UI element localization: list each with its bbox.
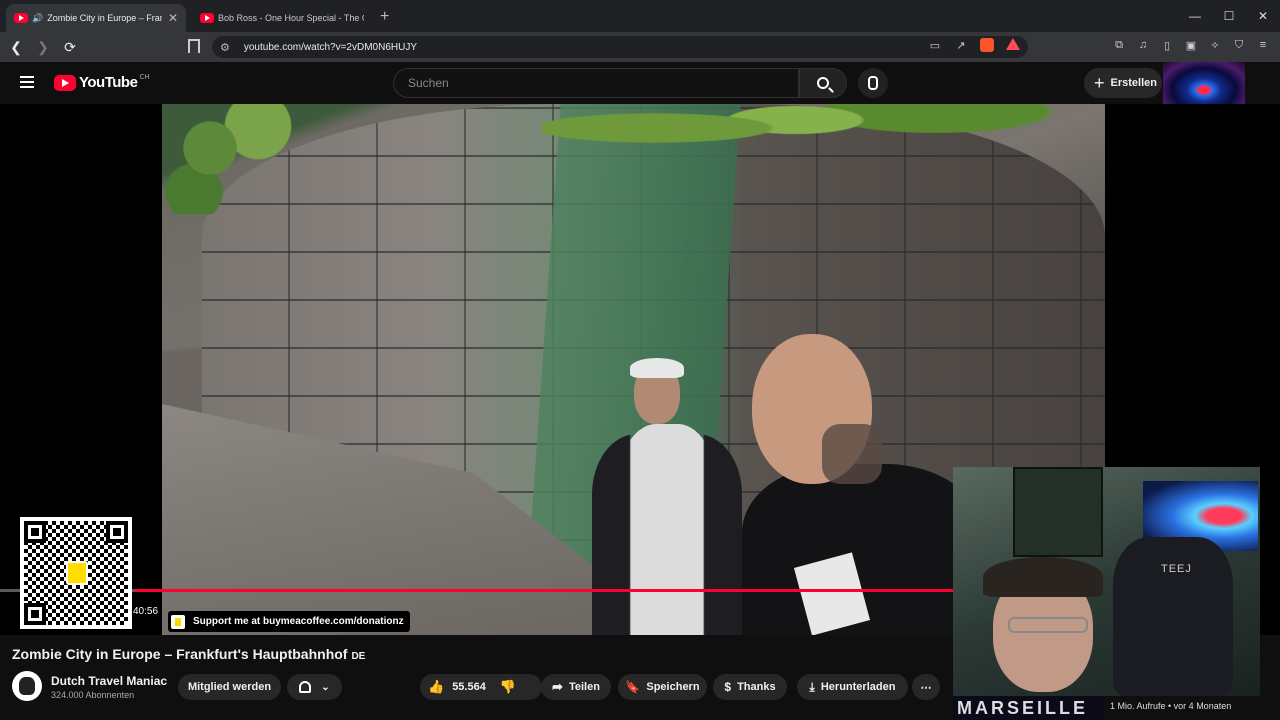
support-banner[interactable]: Support me at buymeacoffee.com/donationz	[168, 611, 410, 632]
save-button[interactable]: 🔖 Speichern	[618, 674, 707, 700]
search-button[interactable]	[799, 68, 847, 98]
extension-icons: ⧉ ♫ ▯ ▣ ✧ ⛉ ≡	[1112, 38, 1270, 52]
channel-name[interactable]: Dutch Travel Maniac	[51, 674, 167, 688]
back-icon[interactable]: ❮	[5, 36, 27, 58]
chevron-down-icon: ⌄	[321, 681, 330, 693]
cast-icon[interactable]: ▭	[928, 38, 942, 52]
tab-title: Bob Ross - One Hour Special - The G	[218, 13, 364, 23]
browser-tab[interactable]: Bob Ross - One Hour Special - The G	[192, 4, 372, 32]
maximize-icon[interactable]: ☐	[1212, 0, 1246, 32]
youtube-header: YouTube CH Suchen + Erstellen	[0, 62, 1280, 104]
window-controls: — ☐ ✕	[1178, 0, 1280, 32]
bookmark-icon[interactable]	[188, 39, 200, 53]
like-icon[interactable]: 👍	[428, 679, 444, 695]
browser-tab-bar: 🔊 Zombie City in Europe – Frankfurt's ✕ …	[0, 0, 1280, 32]
dislike-icon[interactable]: 👎	[500, 679, 516, 695]
url-action-icons: ▭ ↗	[928, 38, 1020, 52]
join-button[interactable]: Mitglied werden	[178, 674, 281, 700]
coffee-cup-icon	[66, 561, 88, 585]
plus-icon: +	[1094, 72, 1105, 93]
youtube-play-icon	[54, 74, 76, 91]
download-button[interactable]: ⤓ Herunterladen	[797, 674, 908, 700]
elapsed-time: 40:56	[133, 606, 159, 617]
progress-bar[interactable]	[135, 589, 953, 592]
more-icon: ⋯	[920, 681, 932, 694]
qr-code	[20, 517, 132, 629]
browser-tab-active[interactable]: 🔊 Zombie City in Europe – Frankfurt's ✕	[6, 4, 186, 32]
url-text: youtube.com/watch?v=2vDM0N6HUJY	[243, 41, 418, 53]
speaker-icon[interactable]: 🔊	[32, 13, 43, 24]
tab-title: Zombie City in Europe – Frankfurt's	[47, 13, 162, 23]
site-info-icon[interactable]: ⚙	[220, 41, 230, 54]
notifications-button[interactable]: ⌄	[287, 674, 342, 700]
sidebar-icon[interactable]: ▯	[1160, 38, 1174, 52]
thanks-button[interactable]: $ Thanks	[713, 674, 787, 700]
youtube-favicon-icon	[14, 13, 28, 23]
thanks-icon: $	[724, 680, 732, 694]
forward-icon[interactable]: ❯	[32, 36, 54, 58]
reload-icon[interactable]: ⟳	[59, 36, 81, 58]
subscriber-count: 324.000 Abonnenten	[51, 690, 135, 700]
share-icon: ➦	[552, 679, 563, 694]
leo-icon[interactable]: ✧	[1208, 38, 1222, 52]
brave-rewards-icon[interactable]	[1006, 38, 1020, 50]
share-button[interactable]: ➦ Teilen	[541, 674, 611, 700]
search-icon	[817, 77, 829, 89]
url-field[interactable]: ⚙ youtube.com/watch?v=2vDM0N6HUJY	[212, 36, 1028, 58]
webcam-overlay: TEEJ	[953, 467, 1260, 696]
youtube-logo[interactable]: YouTube CH	[54, 74, 150, 91]
music-icon[interactable]: ♫	[1136, 38, 1150, 52]
create-button[interactable]: + Erstellen	[1084, 68, 1162, 98]
like-count[interactable]: 55.564	[452, 681, 486, 693]
coffee-cup-icon	[171, 614, 185, 629]
more-actions-button[interactable]: ⋯	[912, 674, 940, 700]
vpn-icon[interactable]: ⛉	[1232, 38, 1246, 52]
close-tab-icon[interactable]: ✕	[168, 11, 178, 25]
person-left	[592, 354, 742, 635]
new-tab-icon[interactable]: +	[380, 8, 389, 26]
youtube-favicon-icon	[200, 13, 214, 23]
channel-avatar[interactable]	[12, 671, 42, 701]
bookmark-icon: 🔖	[625, 680, 641, 694]
chair-brand: TEEJ	[1161, 563, 1192, 575]
search-input[interactable]: Suchen	[393, 68, 799, 98]
close-window-icon[interactable]: ✕	[1246, 0, 1280, 32]
share-icon[interactable]: ↗	[954, 38, 968, 52]
voice-search-icon[interactable]	[858, 68, 888, 98]
language-badge: DE	[351, 651, 366, 662]
menu-icon[interactable]: ≡	[1256, 38, 1270, 52]
video-title: Zombie City in Europe – Frankfurt's Haup…	[12, 646, 366, 662]
webcam-banner: MARSEILLE	[953, 696, 1103, 720]
extension-icon[interactable]: ⧉	[1112, 38, 1126, 52]
download-icon: ⤓	[809, 679, 815, 694]
hamburger-menu-icon[interactable]	[20, 76, 34, 88]
video-meta: 1 Mio. Aufrufe • vor 4 Monaten	[1110, 701, 1232, 711]
like-dislike-group: 👍 55.564 👎	[420, 674, 542, 700]
minimize-icon[interactable]: —	[1178, 0, 1212, 32]
wallet-icon[interactable]: ▣	[1184, 38, 1198, 52]
brave-shields-icon[interactable]	[980, 38, 994, 52]
bell-icon	[299, 681, 312, 693]
